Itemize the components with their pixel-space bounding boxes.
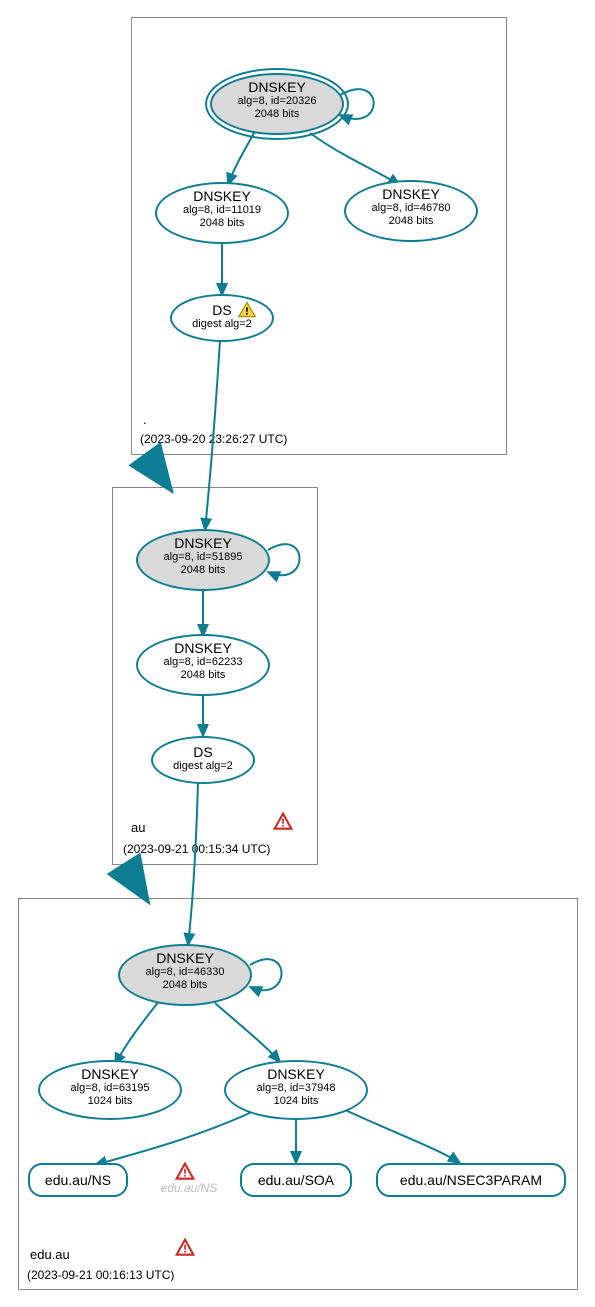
zone-au-label: au bbox=[131, 820, 145, 835]
node-sub2: 2048 bits bbox=[212, 108, 342, 121]
node-sub2: 1024 bits bbox=[226, 1095, 366, 1108]
node-sub: alg=8, id=11019 bbox=[157, 204, 287, 217]
root-ksk-node: DNSKEY alg=8, id=20326 2048 bits bbox=[210, 73, 344, 135]
node-sub2: 1024 bits bbox=[40, 1095, 180, 1108]
au-ds-node: DS digest alg=2 bbox=[151, 736, 255, 784]
node-title: DNSKEY bbox=[212, 79, 342, 95]
error-icon bbox=[175, 1238, 195, 1258]
node-sub: alg=8, id=37948 bbox=[226, 1082, 366, 1095]
diagram-canvas: . (2023-09-20 23:26:27 UTC) au (2023-09-… bbox=[0, 0, 595, 1307]
node-sub: alg=8, id=62233 bbox=[138, 656, 268, 669]
node-sub: alg=8, id=46330 bbox=[120, 966, 250, 979]
node-sub: alg=8, id=51895 bbox=[138, 551, 268, 564]
node-title: DNSKEY bbox=[40, 1066, 180, 1082]
node-sub: alg=8, id=63195 bbox=[40, 1082, 180, 1095]
node-sub2: 2048 bits bbox=[346, 215, 476, 228]
node-sub2: 2048 bits bbox=[157, 217, 287, 230]
zone-edu-timestamp: (2023-09-21 00:16:13 UTC) bbox=[27, 1268, 174, 1282]
node-title: DS bbox=[172, 302, 272, 318]
au-zsk-node: DNSKEY alg=8, id=62233 2048 bits bbox=[136, 634, 270, 696]
node-title: DNSKEY bbox=[120, 950, 250, 966]
edu-zsk1-node: DNSKEY alg=8, id=63195 1024 bits bbox=[38, 1060, 182, 1120]
rr-ns-node: edu.au/NS bbox=[28, 1163, 128, 1197]
node-sub: alg=8, id=20326 bbox=[212, 95, 342, 108]
error-icon bbox=[273, 812, 293, 832]
node-sub: alg=8, id=46780 bbox=[346, 202, 476, 215]
node-sub: digest alg=2 bbox=[153, 760, 253, 773]
root-zsk2-node: DNSKEY alg=8, id=46780 2048 bits bbox=[344, 180, 478, 242]
error-icon bbox=[175, 1162, 195, 1182]
au-ksk-node: DNSKEY alg=8, id=51895 2048 bits bbox=[136, 529, 270, 591]
zone-root-timestamp: (2023-09-20 23:26:27 UTC) bbox=[140, 432, 287, 446]
node-title: DNSKEY bbox=[346, 186, 476, 202]
node-title: DS bbox=[153, 744, 253, 760]
node-sub: digest alg=2 bbox=[172, 318, 272, 331]
node-title: DNSKEY bbox=[157, 188, 287, 204]
edu-zsk2-node: DNSKEY alg=8, id=37948 1024 bits bbox=[224, 1060, 368, 1120]
node-title: DNSKEY bbox=[138, 535, 268, 551]
rr-soa-node: edu.au/SOA bbox=[240, 1163, 352, 1197]
node-sub2: 2048 bits bbox=[120, 979, 250, 992]
root-zsk1-node: DNSKEY alg=8, id=11019 2048 bits bbox=[155, 182, 289, 244]
root-ds-node: DS digest alg=2 bbox=[170, 294, 274, 342]
node-sub2: 2048 bits bbox=[138, 564, 268, 577]
edu-ksk-node: DNSKEY alg=8, id=46330 2048 bits bbox=[118, 944, 252, 1006]
zone-root-label: . bbox=[143, 412, 147, 427]
zone-edu-label: edu.au bbox=[30, 1247, 70, 1262]
rr-ns-faded-label: edu.au/NS bbox=[161, 1181, 218, 1195]
node-title: DNSKEY bbox=[138, 640, 268, 656]
node-sub2: 2048 bits bbox=[138, 669, 268, 682]
rr-nsec3-node: edu.au/NSEC3PARAM bbox=[376, 1163, 566, 1197]
node-title: DNSKEY bbox=[226, 1066, 366, 1082]
warning-icon bbox=[237, 300, 257, 320]
zone-au-timestamp: (2023-09-21 00:15:34 UTC) bbox=[123, 842, 270, 856]
